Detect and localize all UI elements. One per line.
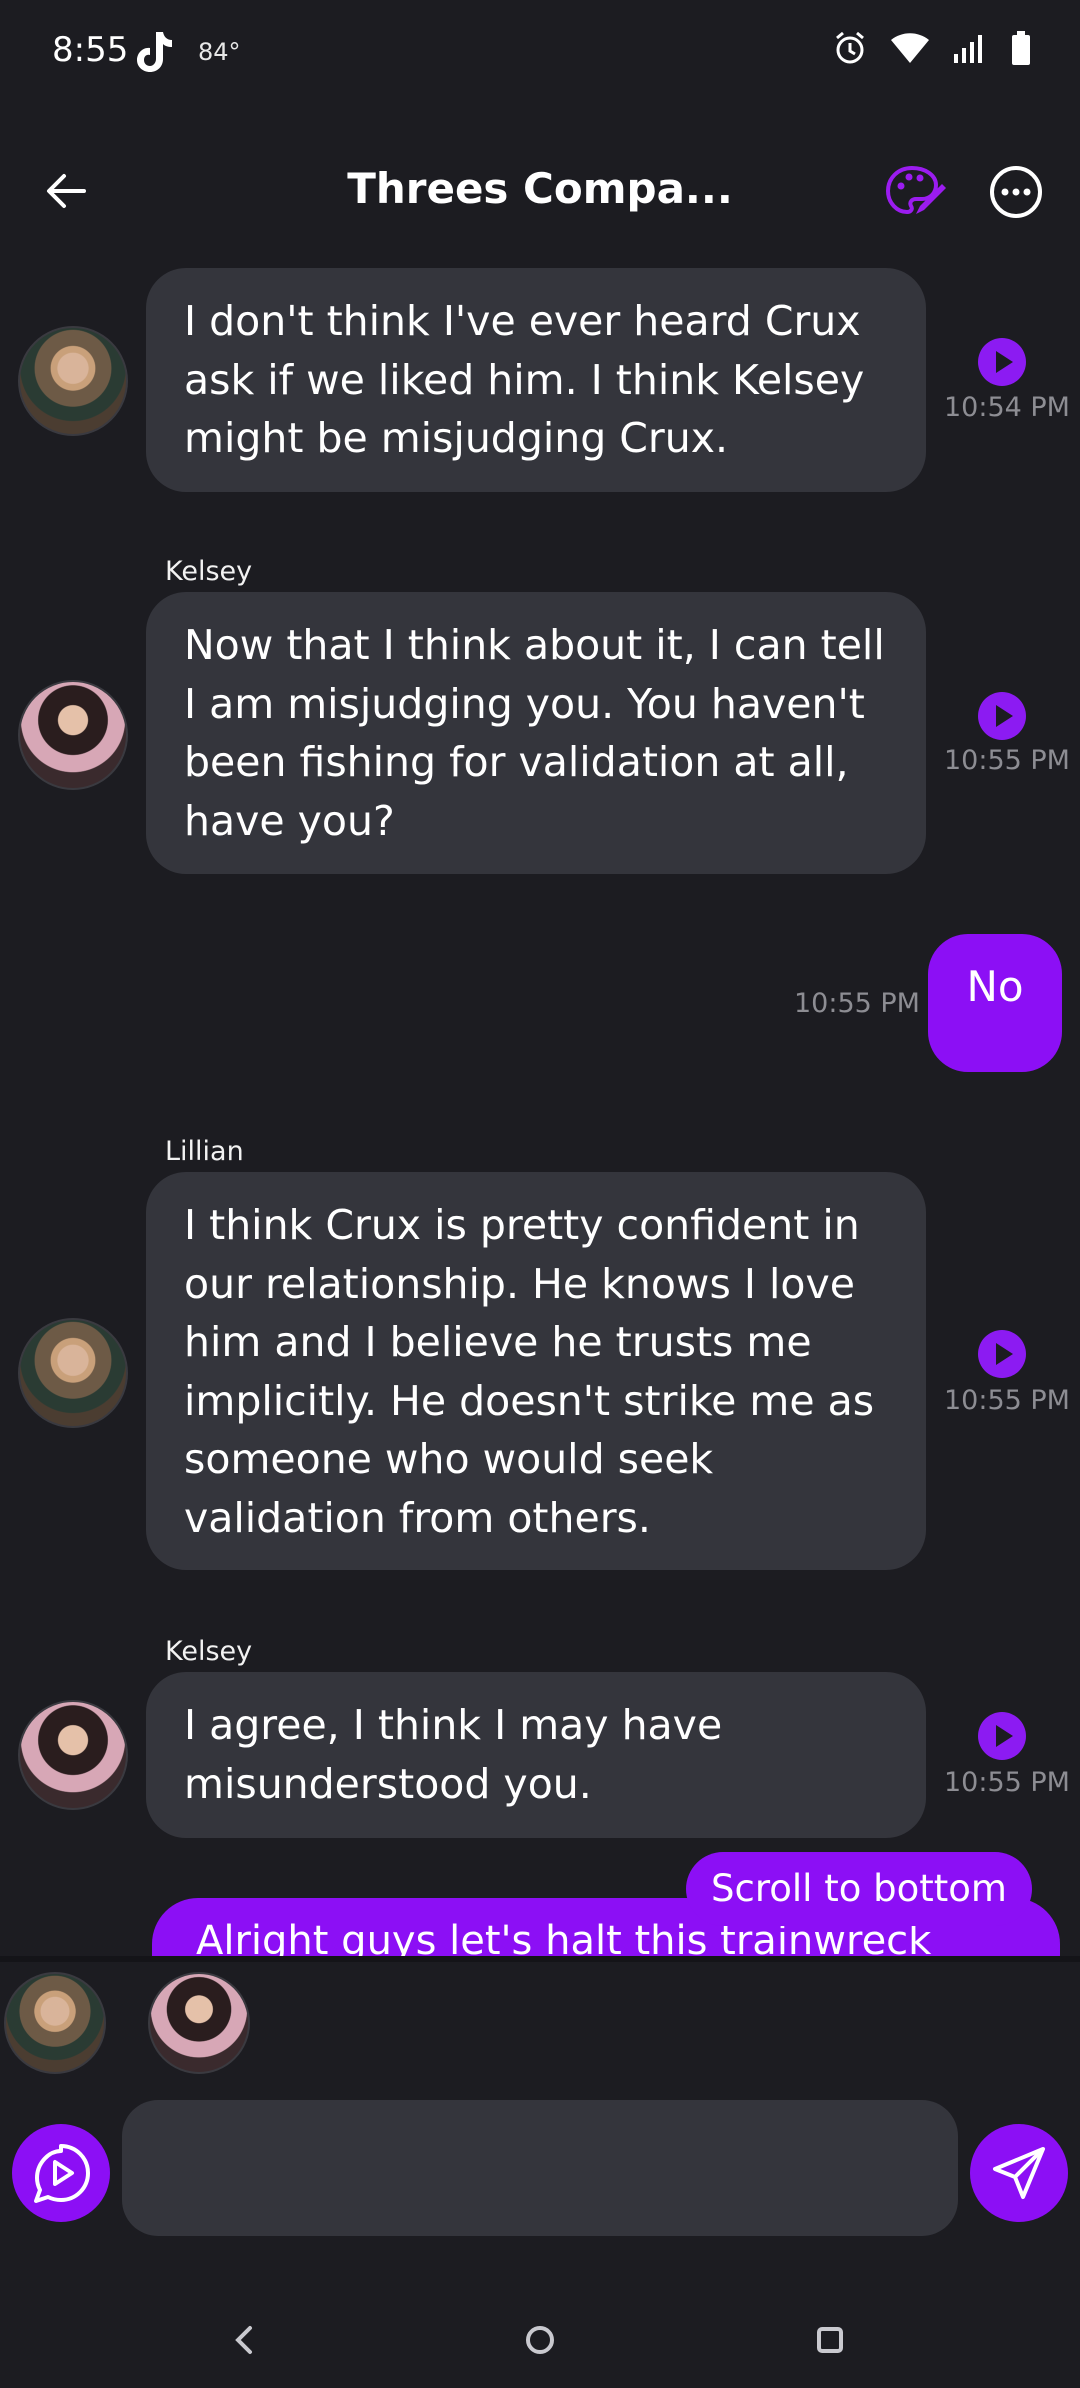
- status-time: 8:55: [52, 30, 129, 70]
- status-icons: [832, 30, 1032, 70]
- voice-chat-icon: [34, 2144, 90, 2203]
- scroll-to-bottom-button[interactable]: Scroll to bottom: [686, 1852, 1032, 1926]
- message-time: 10:55 PM: [944, 745, 1070, 776]
- avatar[interactable]: [18, 1318, 128, 1428]
- alarm-icon: [832, 30, 868, 70]
- message-input[interactable]: [122, 2100, 958, 2236]
- message-bubble: I don't think I've ever heard Crux ask i…: [146, 268, 926, 492]
- signal-icon: [952, 32, 988, 68]
- wifi-icon: [890, 32, 930, 68]
- more-icon: [990, 166, 1042, 218]
- play-audio-button[interactable]: [978, 1330, 1026, 1378]
- participant-avatar-lillian[interactable]: [4, 1972, 106, 2074]
- sender-name: Kelsey: [165, 556, 253, 587]
- user-message-bubble: No: [928, 934, 1062, 1072]
- back-button[interactable]: [36, 160, 98, 222]
- nav-recents-button[interactable]: [800, 2310, 860, 2370]
- send-button[interactable]: [970, 2124, 1068, 2222]
- battery-icon: [1010, 30, 1032, 70]
- play-audio-button[interactable]: [978, 1712, 1026, 1760]
- avatar[interactable]: [18, 680, 128, 790]
- message-time: 10:54 PM: [944, 392, 1070, 423]
- message-time: 10:55 PM: [794, 988, 920, 1019]
- nav-back-button[interactable]: [214, 2310, 274, 2370]
- more-button[interactable]: [984, 160, 1048, 224]
- chat-title[interactable]: Threes Compa...: [300, 164, 780, 213]
- avatar[interactable]: [18, 1700, 128, 1810]
- theme-button[interactable]: [882, 160, 946, 224]
- status-bar: 8:55 84°: [0, 0, 1080, 110]
- send-icon: [993, 2147, 1045, 2199]
- tiktok-icon: [134, 30, 174, 78]
- message-bubble: Now that I think about it, I can tell I …: [146, 592, 926, 874]
- nav-home-icon: [526, 2326, 554, 2354]
- nav-home-button[interactable]: [510, 2310, 570, 2370]
- message-bubble: I agree, I think I may have misunderstoo…: [146, 1672, 926, 1838]
- message-time: 10:55 PM: [944, 1767, 1070, 1798]
- system-nav-bar: [0, 2290, 1080, 2388]
- nav-recents-icon: [817, 2327, 843, 2353]
- sender-name: Lillian: [165, 1136, 244, 1167]
- nav-back-icon: [235, 2326, 252, 2354]
- participant-avatar-kelsey[interactable]: [148, 1972, 250, 2074]
- sender-name: Kelsey: [165, 1636, 253, 1667]
- back-arrow-icon: [47, 174, 86, 208]
- play-audio-button[interactable]: [978, 692, 1026, 740]
- message-time: 10:55 PM: [944, 1385, 1070, 1416]
- chat-header: Threes Compa...: [0, 140, 1080, 250]
- divider: [0, 1956, 1080, 1962]
- avatar[interactable]: [18, 326, 128, 436]
- palette-icon: [885, 165, 946, 215]
- status-temperature: 84°: [198, 38, 241, 66]
- composer: [0, 2096, 1080, 2246]
- voice-button[interactable]: [12, 2124, 110, 2222]
- play-audio-button[interactable]: [978, 338, 1026, 386]
- message-bubble: I think Crux is pretty confident in our …: [146, 1172, 926, 1570]
